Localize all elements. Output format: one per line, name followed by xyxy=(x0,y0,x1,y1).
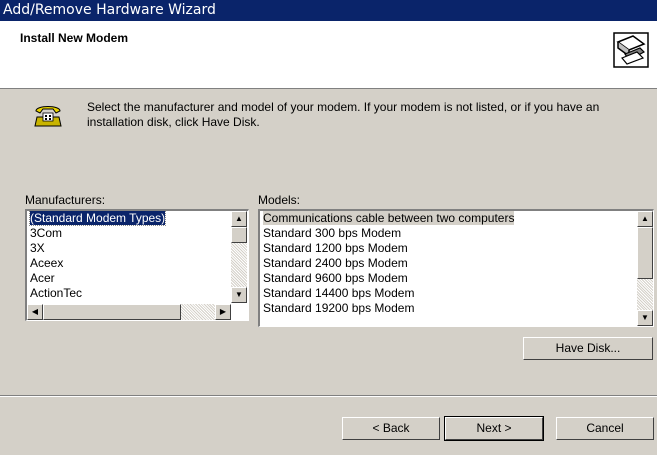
scroll-up-button[interactable]: ▲ xyxy=(637,211,653,227)
manufacturers-vscrollbar[interactable]: ▲ ▼ xyxy=(231,211,247,303)
list-item[interactable]: (Standard Modem Types) xyxy=(27,211,248,226)
instruction-text: Select the manufacturer and model of you… xyxy=(87,100,600,129)
have-disk-button[interactable]: Have Disk... xyxy=(523,337,653,360)
telephone-modem-icon xyxy=(34,106,62,127)
manufacturers-label: Manufacturers: xyxy=(25,193,106,207)
list-item[interactable]: ActionTec xyxy=(27,286,248,301)
list-item[interactable]: Standard 2400 bps Modem xyxy=(260,256,653,271)
scroll-thumb[interactable] xyxy=(231,227,247,243)
models-listbox[interactable]: Communications cable between two compute… xyxy=(258,209,654,327)
wizard-header: Install New Modem xyxy=(0,21,657,89)
list-item[interactable]: Standard 14400 bps Modem xyxy=(260,286,653,301)
list-item[interactable]: Standard 300 bps Modem xyxy=(260,226,653,241)
list-item[interactable]: Standard 9600 bps Modem xyxy=(260,271,653,286)
scroll-down-button[interactable]: ▼ xyxy=(637,310,653,326)
title-bar[interactable]: Add/Remove Hardware Wizard xyxy=(0,0,657,21)
list-item[interactable]: Aceex xyxy=(27,256,248,271)
manufacturers-hscrollbar[interactable]: ◀ ▶ xyxy=(27,304,231,320)
scroll-thumb[interactable] xyxy=(43,304,181,320)
next-button[interactable]: Next > xyxy=(444,416,544,441)
window-title: Add/Remove Hardware Wizard xyxy=(3,2,216,18)
list-item[interactable]: Standard 19200 bps Modem xyxy=(260,301,653,316)
list-item[interactable]: Acer xyxy=(27,271,248,286)
scroll-up-button[interactable]: ▲ xyxy=(231,211,247,227)
scroll-down-button[interactable]: ▼ xyxy=(231,287,247,303)
list-item[interactable]: Standard 1200 bps Modem xyxy=(260,241,653,256)
cancel-button[interactable]: Cancel xyxy=(556,417,654,440)
hardware-wizard-icon xyxy=(613,32,649,68)
list-item[interactable]: 3X xyxy=(27,241,248,256)
scroll-left-button[interactable]: ◀ xyxy=(27,304,43,320)
list-item[interactable]: Communications cable between two compute… xyxy=(260,211,653,226)
scroll-thumb[interactable] xyxy=(637,227,653,279)
list-item[interactable]: 3Com xyxy=(27,226,248,241)
scroll-right-button[interactable]: ▶ xyxy=(215,304,231,320)
page-title: Install New Modem xyxy=(20,31,129,45)
models-label: Models: xyxy=(258,193,301,207)
manufacturers-listbox[interactable]: (Standard Modem Types) 3Com 3X Aceex Ace… xyxy=(25,209,249,321)
models-vscrollbar[interactable]: ▲ ▼ xyxy=(637,211,653,326)
back-button[interactable]: < Back xyxy=(342,417,440,440)
